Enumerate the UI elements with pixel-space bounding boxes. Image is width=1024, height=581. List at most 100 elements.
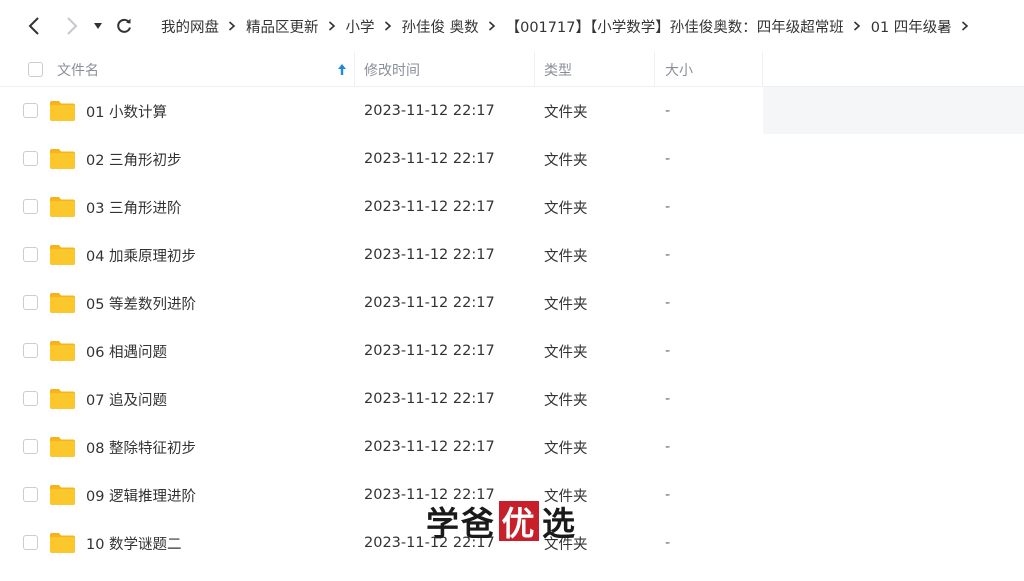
watermark-text-before: 学爸 [426,504,496,543]
select-all-checkbox[interactable] [28,62,43,77]
breadcrumb: 我的网盘 精品区更新 小学 孙佳俊 奥数 【001717】【小学数学】孙佳俊奥数：四年级… [161,0,979,52]
column-header-type[interactable]: 类型 [535,52,655,87]
file-type: 文件夹 [544,344,588,361]
file-name[interactable]: 05 等差数列进阶 [86,279,196,327]
column-header-size[interactable]: 大小 [655,52,763,87]
file-size: - [665,247,671,263]
breadcrumb-separator-icon [328,21,336,31]
file-modified-time: 2023-11-12 22:17 [364,295,495,311]
breadcrumb-item[interactable]: 精品区更新 [246,16,319,37]
refresh-icon [117,18,131,33]
file-name[interactable]: 08 整除特征初步 [86,423,196,471]
breadcrumb-item[interactable]: 小学 [346,16,375,37]
file-size: - [665,199,671,215]
file-size: - [665,343,671,359]
folder-icon [50,196,75,221]
file-modified-time: 2023-11-12 22:17 [364,199,495,215]
file-type: 文件夹 [544,440,588,457]
file-type: 文件夹 [544,296,588,313]
row-checkbox[interactable] [23,151,38,166]
file-name[interactable]: 10 数学谜题二 [86,519,182,567]
file-name[interactable]: 03 三角形进阶 [86,183,182,231]
caret-down-icon [94,23,102,29]
file-name[interactable]: 06 相遇问题 [86,327,167,375]
file-size: - [665,391,671,407]
breadcrumb-separator-icon [384,21,392,31]
folder-icon [50,388,75,413]
file-size: - [665,439,671,455]
file-name[interactable]: 01 小数计算 [86,87,167,135]
top-toolbar: 我的网盘 精品区更新 小学 孙佳俊 奥数 【001717】【小学数学】孙佳俊奥数：四年级… [0,0,1024,52]
folder-icon [50,148,75,173]
file-size: - [665,487,671,503]
file-name[interactable]: 09 逻辑推理进阶 [86,471,196,519]
file-row[interactable]: 01 小数计算 2023-11-12 22:17 文件夹 - [0,87,1024,135]
row-checkbox[interactable] [23,487,38,502]
column-header-type-label: 类型 [544,62,572,79]
chevron-left-icon [28,17,39,35]
folder-icon [50,340,75,365]
forward-button[interactable] [62,16,82,36]
select-all-checkbox-cell [28,52,43,87]
column-header-name-label: 文件名 [57,62,99,79]
column-header-modified[interactable]: 修改时间 [355,52,535,87]
file-row[interactable]: 03 三角形进阶 2023-11-12 22:17 文件夹 - [0,183,1024,231]
history-dropdown-button[interactable] [92,20,104,32]
file-row[interactable]: 07 追及问题 2023-11-12 22:17 文件夹 - [0,375,1024,423]
row-checkbox[interactable] [23,295,38,310]
file-modified-time: 2023-11-12 22:17 [364,103,495,119]
refresh-button[interactable] [114,16,134,36]
column-header-size-label: 大小 [665,62,693,79]
row-checkbox[interactable] [23,247,38,262]
breadcrumb-separator-icon [961,21,969,31]
folder-icon [50,532,75,557]
watermark-boxed-char: 优 [499,501,539,543]
breadcrumb-item[interactable]: 01 四年级暑 [871,16,952,37]
chevron-right-icon [67,17,78,35]
file-name[interactable]: 07 追及问题 [86,375,167,423]
file-type: 文件夹 [544,392,588,409]
folder-icon [50,244,75,269]
file-list-header: 文件名 修改时间 类型 大小 [0,52,1024,87]
file-modified-time: 2023-11-12 22:17 [364,391,495,407]
file-name[interactable]: 04 加乘原理初步 [86,231,196,279]
row-checkbox[interactable] [23,535,38,550]
back-button[interactable] [24,16,44,36]
breadcrumb-item[interactable]: 【001717】【小学数学】孙佳俊奥数：四年级超常班 [506,16,844,37]
column-header-modified-label: 修改时间 [364,62,420,79]
breadcrumb-separator-icon [228,21,236,31]
watermark-logo: 学爸 优 选 [426,500,577,543]
file-row[interactable]: 08 整除特征初步 2023-11-12 22:17 文件夹 - [0,423,1024,471]
file-row[interactable]: 06 相遇问题 2023-11-12 22:17 文件夹 - [0,327,1024,375]
file-modified-time: 2023-11-12 22:17 [364,439,495,455]
folder-icon [50,292,75,317]
row-checkbox[interactable] [23,343,38,358]
file-modified-time: 2023-11-12 22:17 [364,343,495,359]
row-checkbox[interactable] [23,391,38,406]
breadcrumb-item[interactable]: 孙佳俊 奥数 [402,16,479,37]
file-row[interactable]: 02 三角形初步 2023-11-12 22:17 文件夹 - [0,135,1024,183]
file-type: 文件夹 [544,104,588,121]
file-type: 文件夹 [544,152,588,169]
file-name[interactable]: 02 三角形初步 [86,135,182,183]
column-header-name[interactable]: 文件名 [57,52,355,87]
folder-icon [50,484,75,509]
file-row[interactable]: 05 等差数列进阶 2023-11-12 22:17 文件夹 - [0,279,1024,327]
file-size: - [665,103,671,119]
breadcrumb-separator-icon [853,21,861,31]
folder-icon [50,436,75,461]
row-checkbox[interactable] [23,439,38,454]
sort-ascending-icon[interactable] [337,63,347,76]
file-row[interactable]: 04 加乘原理初步 2023-11-12 22:17 文件夹 - [0,231,1024,279]
row-checkbox[interactable] [23,199,38,214]
watermark-text-after: 选 [542,504,577,543]
file-size: - [665,295,671,311]
file-type: 文件夹 [544,248,588,265]
file-size: - [665,151,671,167]
file-type: 文件夹 [544,200,588,217]
folder-icon [50,100,75,125]
breadcrumb-item[interactable]: 我的网盘 [161,16,219,37]
file-modified-time: 2023-11-12 22:17 [364,247,495,263]
row-checkbox[interactable] [23,103,38,118]
file-modified-time: 2023-11-12 22:17 [364,151,495,167]
